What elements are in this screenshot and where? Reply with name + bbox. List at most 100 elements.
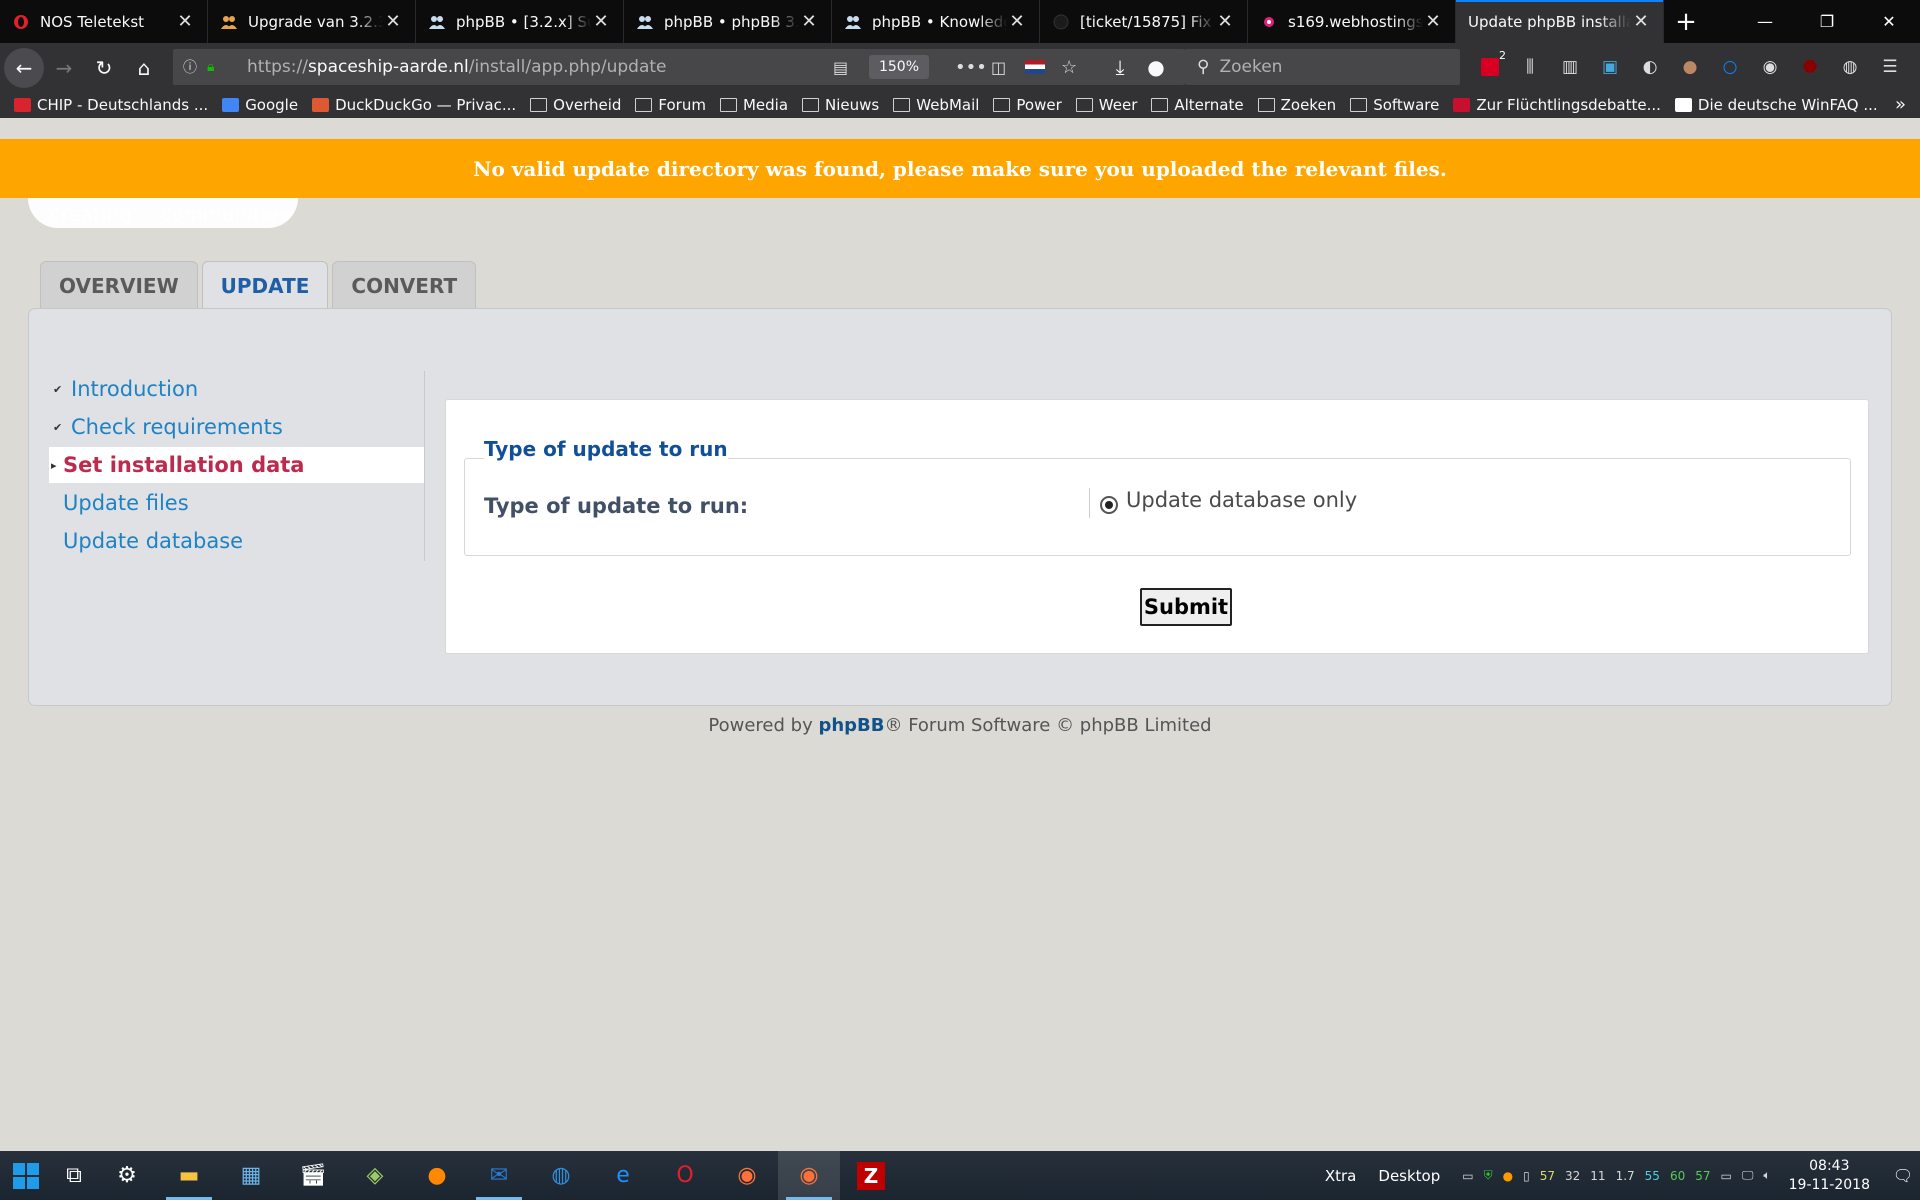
url-bar[interactable]: ⓘ 🔒︎ https://spaceship-aarde.nl/install/… [173, 49, 1185, 85]
toolbar-xtra[interactable]: Xtra [1325, 1167, 1357, 1185]
bookmark-folder[interactable]: Zoeken [1257, 96, 1336, 114]
close-tab-icon[interactable]: ✕ [799, 11, 819, 32]
bookmarks-overflow-icon[interactable]: » [1895, 94, 1906, 115]
browser-tab[interactable]: s169.webhostingserv ✕ [1248, 0, 1456, 43]
reload-button[interactable]: ↻ [84, 48, 124, 88]
browser-tab[interactable]: Upgrade van 3.2.3 n ✕ [208, 0, 416, 43]
system-tools-icon[interactable]: ◈ [344, 1151, 406, 1200]
browser-tab-active[interactable]: Update phpBB installatio ✕ [1456, 0, 1664, 43]
orange-circle-icon[interactable]: ● [1503, 1169, 1513, 1183]
bookmark-item[interactable]: DuckDuckGo — Privac... [312, 96, 516, 114]
bookmark-folder[interactable]: Alternate [1151, 96, 1244, 114]
browser-tab[interactable]: phpBB • Knowledge ✕ [832, 0, 1040, 43]
tab-convert[interactable]: CONVERT [332, 261, 477, 309]
pocket-icon[interactable]: ◫ [991, 58, 1006, 77]
network-icon[interactable]: 🖵︎ [1742, 1168, 1754, 1183]
step-check-requirements[interactable]: ✔ Check requirements [49, 409, 424, 445]
close-window-icon[interactable]: ✕ [1858, 0, 1920, 43]
ghost-icon[interactable]: ◍ [1830, 47, 1870, 87]
bookmark-item[interactable]: Google [222, 96, 298, 114]
close-tab-icon[interactable]: ✕ [175, 11, 195, 32]
minimize-icon[interactable]: — [1734, 0, 1796, 43]
bookmark-item[interactable]: CHIP - Deutschlands ... [14, 96, 208, 114]
restore-icon[interactable]: ❐ [1796, 0, 1858, 43]
tab-update[interactable]: UPDATE [201, 261, 329, 310]
screenshot-icon[interactable]: ▣ [1590, 47, 1630, 87]
close-tab-icon[interactable]: ✕ [1423, 11, 1443, 32]
cookie-icon[interactable]: ● [1670, 47, 1710, 87]
clock[interactable]: 08:43 19-11-2018 [1789, 1157, 1870, 1195]
ssd-icon[interactable]: ▭ [1462, 1169, 1473, 1183]
clapperboard-icon[interactable]: 🎬︎ [282, 1151, 344, 1200]
outlook-icon[interactable]: ✉ [468, 1151, 530, 1200]
ublock-icon[interactable]: ⬣ [1790, 47, 1830, 87]
volume-icon[interactable]: 🔈︎ [1763, 1168, 1770, 1183]
file-explorer-icon[interactable]: ▬ [158, 1151, 220, 1200]
bookmark-star-icon[interactable]: ☆ [1061, 57, 1077, 78]
bookmark-item[interactable]: Die deutsche WinFAQ ... [1674, 96, 1878, 114]
extension-icon[interactable]: ● [1136, 47, 1176, 87]
browser-tab[interactable]: [ticket/15875] Fix PH ✕ [1040, 0, 1248, 43]
tab-overview[interactable]: OVERVIEW [40, 261, 198, 309]
bookmark-folder[interactable]: Weer [1075, 96, 1137, 114]
shield-icon[interactable]: ⛨ [1484, 1168, 1493, 1183]
toolbar-desktop[interactable]: Desktop [1378, 1167, 1440, 1185]
sidebar-icon[interactable]: ▥ [1550, 47, 1590, 87]
bookmark-folder[interactable]: WebMail [893, 96, 979, 114]
site-info-icon[interactable]: ⓘ [183, 57, 207, 77]
netherlands-flag-icon[interactable] [1025, 60, 1045, 74]
opera-icon[interactable]: O [654, 1151, 716, 1200]
search-input[interactable]: ⚲ Zoeken [1185, 49, 1460, 85]
library-icon[interactable]: ⫼ [1510, 47, 1550, 87]
url-text[interactable]: https://spaceship-aarde.nl/install/app.p… [247, 57, 667, 77]
close-tab-icon[interactable]: ✕ [591, 11, 611, 32]
firefox-icon[interactable]: ◉ [778, 1151, 840, 1200]
record-icon[interactable]: ◉ [1750, 47, 1790, 87]
extension-badge-icon[interactable]: 2 [1470, 47, 1510, 87]
usb-icon[interactable]: ▯ [1523, 1169, 1530, 1183]
bookmark-folder[interactable]: Nieuws [802, 96, 879, 114]
home-button[interactable]: ⌂ [124, 48, 164, 88]
bookmark-folder[interactable]: Software [1350, 96, 1439, 114]
step-introduction[interactable]: ✔ Introduction [49, 371, 424, 407]
step-set-installation-data[interactable]: ▸ Set installation data [49, 447, 424, 483]
vlc-icon[interactable]: ● [406, 1151, 468, 1200]
bookmark-item[interactable]: Zur Flüchtlingsdebatte... [1453, 96, 1661, 114]
browser-tab[interactable]: NOS Teletekst ✕ [0, 0, 208, 43]
close-tab-icon[interactable]: ✕ [1215, 11, 1235, 32]
settings-gear-icon[interactable]: ⚙ [96, 1151, 158, 1200]
battery-icon[interactable]: ▭ [1721, 1169, 1732, 1183]
new-tab-button[interactable]: + [1664, 0, 1708, 43]
control-panel-icon[interactable]: ▦ [220, 1151, 282, 1200]
firefox-icon[interactable]: ◉ [716, 1151, 778, 1200]
phpbb-link[interactable]: phpBB [818, 715, 884, 736]
update-database-only-radio[interactable] [1100, 496, 1118, 514]
close-tab-icon[interactable]: ✕ [1631, 11, 1651, 32]
edge-icon[interactable]: e [592, 1151, 654, 1200]
forward-button[interactable]: → [44, 48, 84, 88]
browser-tab[interactable]: phpBB • [3.2.x] Supp ✕ [416, 0, 624, 43]
bookmark-folder[interactable]: Power [993, 96, 1062, 114]
windows-start-icon[interactable] [0, 1151, 52, 1200]
notification-center-icon[interactable]: 🗨︎ [1886, 1166, 1920, 1185]
menu-icon[interactable]: ☰ [1870, 47, 1910, 87]
zoom-indicator[interactable]: 150% [869, 55, 929, 79]
step-update-database[interactable]: Update database [49, 523, 424, 559]
chat-icon[interactable]: ◍ [530, 1151, 592, 1200]
step-update-files[interactable]: Update files [49, 485, 424, 521]
bookmark-folder[interactable]: Overheid [530, 96, 621, 114]
close-tab-icon[interactable]: ✕ [383, 11, 403, 32]
download-icon[interactable]: ⤓ [1100, 47, 1140, 87]
update-database-only-label[interactable]: Update database only [1126, 488, 1357, 512]
ring-icon[interactable]: ○ [1710, 47, 1750, 87]
close-tab-icon[interactable]: ✕ [1007, 11, 1027, 32]
submit-button[interactable]: Submit [1140, 588, 1232, 626]
phpbb-logo[interactable]: creating communities [28, 198, 328, 258]
extension-icon[interactable]: ◐ [1630, 47, 1670, 87]
lock-icon[interactable]: 🔒︎ [207, 59, 229, 75]
back-button[interactable]: ← [4, 47, 44, 88]
filezilla-icon[interactable]: Z [840, 1151, 902, 1200]
reader-view-icon[interactable]: ▤ [833, 58, 848, 77]
bookmark-folder[interactable]: Forum [635, 96, 706, 114]
page-actions-icon[interactable]: ••• [955, 57, 987, 78]
